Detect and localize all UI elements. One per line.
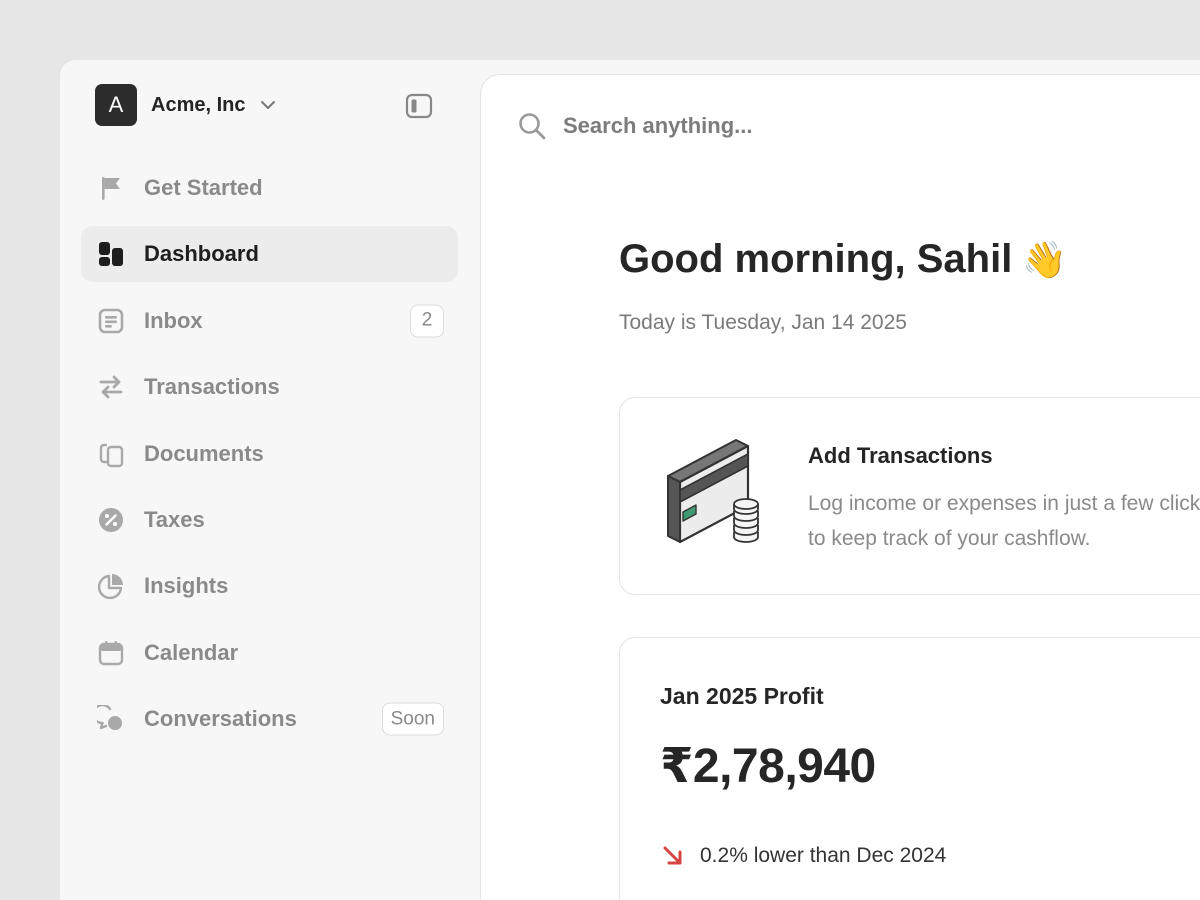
taxes-icon [97,506,125,534]
greeting-text: Good morning, Sahil [619,237,1013,281]
sidebar-item-conversations[interactable]: Conversations Soon [81,691,458,747]
sidebar-toggle-icon[interactable] [405,93,433,119]
sidebar-item-label: Transactions [144,374,280,400]
calendar-icon [97,639,125,667]
inbox-count-badge: 2 [410,304,444,338]
add-transactions-description: Log income or expenses in just a few cli… [808,492,1200,550]
flag-icon [97,174,125,202]
sidebar-item-inbox[interactable]: Inbox 2 [81,293,458,349]
chevron-down-icon [261,101,276,109]
sidebar: A Acme, Inc Get Started Dashboard Inbox … [60,60,480,900]
sidebar-item-label: Taxes [144,506,205,532]
sidebar-item-insights[interactable]: Insights [81,558,458,614]
sidebar-item-calendar[interactable]: Calendar [81,625,458,681]
current-date: Today is Tuesday, Jan 14 2025 [619,311,907,334]
sidebar-item-transactions[interactable]: Transactions [81,359,458,415]
sidebar-item-get-started[interactable]: Get Started [81,160,458,216]
soon-badge: Soon [381,702,444,736]
waving-hand-icon: 👋 [1022,238,1068,280]
greeting-heading: Good morning, Sahil 👋 [619,237,1067,282]
documents-icon [97,440,125,468]
conversations-icon [97,705,125,733]
search-input[interactable] [563,113,1063,139]
sidebar-item-dashboard[interactable]: Dashboard [81,226,458,283]
inbox-icon [97,307,125,335]
sidebar-nav: Get Started Dashboard Inbox 2 Transactio… [81,160,458,758]
search-icon [519,113,546,140]
app-window: A Acme, Inc Get Started Dashboard Inbox … [60,60,1200,900]
org-avatar: A [95,84,137,126]
profit-value: ₹2,78,940 [660,740,876,793]
sidebar-item-label: Inbox [144,307,203,333]
add-transactions-card[interactable]: Add Transactions Log income or expenses … [619,397,1200,595]
sidebar-item-label: Insights [144,573,229,599]
add-transactions-title: Add Transactions [808,443,993,468]
sidebar-item-label: Calendar [144,639,239,665]
org-switcher[interactable]: A Acme, Inc [95,84,277,126]
main-panel: Good morning, Sahil 👋 Today is Tuesday, … [480,74,1200,900]
profit-card: Jan 2025 Profit ₹2,78,940 0.2% lower tha… [619,637,1200,900]
sidebar-item-documents[interactable]: Documents [81,426,458,482]
org-name: Acme, Inc [151,93,246,116]
sidebar-item-label: Dashboard [144,241,259,267]
sidebar-item-label: Conversations [144,706,297,732]
sidebar-item-label: Get Started [144,175,263,200]
profit-change: 0.2% lower than Dec 2024 [660,843,946,869]
transactions-icon [97,373,125,401]
sidebar-item-taxes[interactable]: Taxes [81,492,458,548]
search-bar[interactable] [517,111,1063,141]
trend-down-arrow-icon [663,846,682,865]
dashboard-icon [97,240,125,268]
credit-card-coins-icon [667,439,759,544]
profit-title: Jan 2025 Profit [660,683,824,709]
insights-icon [97,572,125,600]
sidebar-item-label: Documents [144,440,264,466]
profit-change-text: 0.2% lower than Dec 2024 [700,844,947,867]
